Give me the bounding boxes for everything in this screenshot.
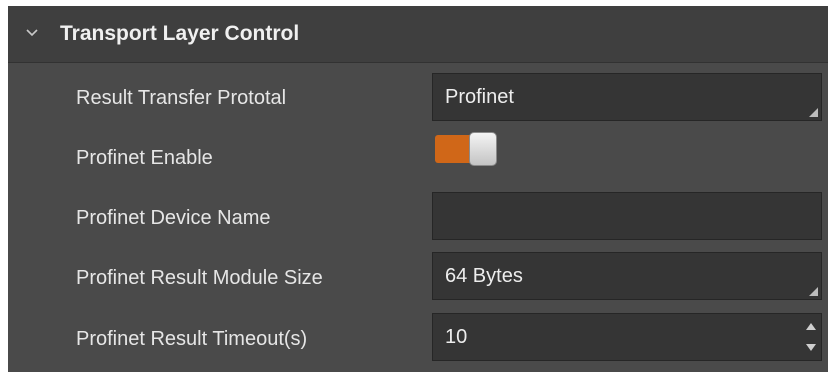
profinet-device-name-label: Profinet Device Name [76,207,271,229]
profinet-result-timeout-value: 10 [445,326,468,348]
spin-up-arrow-icon[interactable] [803,316,819,336]
section-header[interactable]: Transport Layer Control [8,6,828,63]
profinet-result-timeout-label: Profinet Result Timeout(s) [76,328,308,350]
dropdown-corner-icon [809,108,818,117]
chevron-down-icon[interactable] [25,26,39,40]
spin-down-arrow-icon[interactable] [803,338,819,358]
result-transfer-protocol-value: Profinet [445,86,514,108]
profinet-enable-label: Profinet Enable [76,147,213,169]
section-title: Transport Layer Control [60,22,300,45]
profinet-result-module-size-value: 64 Bytes [445,265,523,287]
transport-layer-panel: Transport Layer Control Result Transfer … [8,6,828,372]
profinet-result-module-size-dropdown[interactable]: 64 Bytes [432,252,822,300]
profinet-enable-toggle[interactable] [435,132,499,166]
profinet-result-timeout-spinbox[interactable]: 10 [432,313,822,361]
dropdown-corner-icon [809,287,818,296]
result-transfer-protocol-dropdown[interactable]: Profinet [432,73,822,121]
result-transfer-protocol-label: Result Transfer Prototal [76,87,287,109]
profinet-result-module-size-label: Profinet Result Module Size [76,267,323,289]
profinet-device-name-input[interactable] [432,192,822,240]
toggle-knob [469,132,497,166]
